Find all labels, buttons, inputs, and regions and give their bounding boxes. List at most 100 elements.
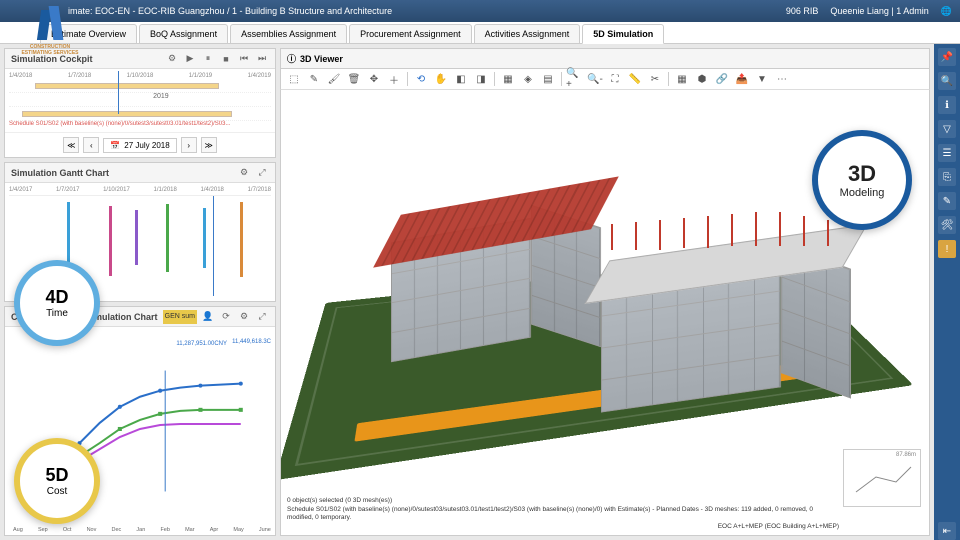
globe-icon[interactable]: 🌐 [941, 6, 952, 17]
list-icon[interactable]: ☰ [938, 144, 956, 162]
status-line-1: 0 object(s) selected (0 3D mesh(es)) [287, 497, 839, 505]
stop-icon[interactable]: ■ [219, 52, 233, 66]
wrench-icon[interactable]: 🛠 [938, 216, 956, 234]
x-tick: Nov [87, 527, 97, 533]
tab-assemblies-assignment[interactable]: Assemblies Assignment [230, 24, 347, 43]
filter-side-icon[interactable]: ▽ [938, 120, 956, 138]
badge-4d: 4D Time [14, 260, 100, 346]
info-icon: ⓘ [287, 52, 296, 65]
date-controls: ≪ ‹ 📅 27 July 2018 › ≫ [5, 132, 275, 157]
gantt-date: 1/10/2017 [103, 187, 130, 193]
nav-prev-icon[interactable]: ‹ [83, 137, 99, 153]
current-date-label: 27 July 2018 [124, 141, 169, 150]
x-tick: Sep [38, 527, 48, 533]
orbit-icon[interactable]: ⟲ [412, 70, 430, 88]
export-icon[interactable]: 📤 [733, 70, 751, 88]
user-line: Queenie Liang | 1 Admin [830, 6, 928, 16]
badge-3d-sm: Modeling [840, 187, 885, 199]
cost-end-label: 11,449,618.3C [232, 339, 271, 345]
iso-icon[interactable]: ◈ [519, 70, 537, 88]
grid-icon[interactable]: ▦ [673, 70, 691, 88]
nav-last-icon[interactable]: ≫ [201, 137, 217, 153]
badge-4d-big: 4D [45, 287, 68, 308]
cost-gear-icon[interactable]: ⚙ [237, 310, 251, 324]
tab-activities-assignment[interactable]: Activities Assignment [474, 24, 581, 43]
play-icon[interactable]: ▶ [183, 52, 197, 66]
bucket-icon[interactable]: 🗑 [345, 70, 363, 88]
select-icon[interactable]: ⬚ [285, 70, 303, 88]
info-side-icon[interactable]: ℹ [938, 96, 956, 114]
align-right-icon[interactable]: ◨ [472, 70, 490, 88]
x-tick: Mar [185, 527, 194, 533]
tab-procurement-assignment[interactable]: Procurement Assignment [349, 24, 472, 43]
rewind-icon[interactable]: ⏮ [237, 52, 251, 66]
tabbar: Estimate Overview BoQ Assignment Assembl… [0, 22, 960, 44]
gantt-date: 1/7/2017 [56, 187, 79, 193]
forward-icon[interactable]: ⏭ [255, 52, 269, 66]
viewer-column: ⓘ 3D Viewer ⬚ ✎ 🖌 🗑 ✥ ＋ ⟲ ✋ ◧ ◨ ▦ ◈ ▤ 🔍+… [280, 44, 934, 540]
pan-icon[interactable]: ✋ [432, 70, 450, 88]
gantt-date: 1/7/2018 [248, 187, 271, 193]
more-icon[interactable]: ⋯ [773, 70, 791, 88]
add-icon[interactable]: ＋ [385, 70, 403, 88]
fit-icon[interactable]: ⛶ [606, 70, 624, 88]
x-tick: Dec [112, 527, 122, 533]
x-tick: Oct [63, 527, 72, 533]
breadcrumb: imate: EOC-EN - EOC-RIB Guangzhou / 1 - … [8, 6, 786, 16]
refresh-icon[interactable]: ⟳ [219, 310, 233, 324]
cockpit-settings-icon[interactable]: ⚙ [165, 52, 179, 66]
x-tick: Jan [136, 527, 145, 533]
gantt-date: 1/1/2018 [153, 187, 176, 193]
edit-icon[interactable]: ✎ [938, 192, 956, 210]
gen-badge[interactable]: GEN sum [163, 310, 197, 324]
link-icon[interactable]: 🔗 [713, 70, 731, 88]
x-tick: Feb [160, 527, 169, 533]
pause-icon[interactable]: ⏸ [201, 52, 215, 66]
layers-icon[interactable]: ▦ [499, 70, 517, 88]
user-icon[interactable]: 👤 [201, 310, 215, 324]
tab-boq-assignment[interactable]: BoQ Assignment [139, 24, 228, 43]
lasso-icon[interactable]: ✎ [305, 70, 323, 88]
logo-overlay: CONSTRUCTION ESTIMATING SERVICES [20, 6, 80, 66]
minimap[interactable]: 87.86m [843, 449, 921, 507]
collapse-icon[interactable]: ⇤ [938, 522, 956, 540]
gantt-date: 1/4/2018 [201, 187, 224, 193]
titlebar: imate: EOC-EN - EOC-RIB Guangzhou / 1 - … [0, 0, 960, 22]
gantt-gear-icon[interactable]: ⚙ [237, 166, 251, 180]
pin-icon[interactable]: 📌 [938, 48, 956, 66]
move-icon[interactable]: ✥ [365, 70, 383, 88]
badge-4d-sm: Time [46, 308, 68, 319]
nav-first-icon[interactable]: ≪ [63, 137, 79, 153]
brush-icon[interactable]: 🖌 [325, 70, 343, 88]
zoom-in-icon[interactable]: 🔍+ [566, 70, 584, 88]
align-left-icon[interactable]: ◧ [452, 70, 470, 88]
cube-icon[interactable]: ⬢ [693, 70, 711, 88]
viewer-title-row: ⓘ 3D Viewer [280, 48, 930, 68]
badge-5d-sm: Cost [47, 486, 68, 497]
badge-5d: 5D Cost [14, 438, 100, 524]
copy-icon[interactable]: ⎘ [938, 168, 956, 186]
cost-expand-icon[interactable]: ⤢ [255, 310, 269, 324]
logo-text: CONSTRUCTION ESTIMATING SERVICES [20, 44, 80, 56]
tab-5d-simulation[interactable]: 5D Simulation [582, 24, 664, 44]
product-id: 906 RIB [786, 6, 819, 16]
measure-icon[interactable]: 📏 [626, 70, 644, 88]
warning-icon[interactable]: ! [938, 240, 956, 258]
badge-5d-big: 5D [45, 465, 68, 486]
filter-icon[interactable]: ▼ [753, 70, 771, 88]
x-tick: May [233, 527, 243, 533]
section-icon[interactable]: ▤ [539, 70, 557, 88]
badge-3d-big: 3D [848, 161, 876, 187]
badge-3d: 3D Modeling [812, 130, 912, 230]
nav-next-icon[interactable]: › [181, 137, 197, 153]
x-tick: June [259, 527, 271, 533]
clip-icon[interactable]: ✂ [646, 70, 664, 88]
minimap-distance: 87.86m [896, 452, 916, 458]
current-date-field[interactable]: 📅 27 July 2018 [103, 138, 176, 153]
gantt-expand-icon[interactable]: ⤢ [255, 166, 269, 180]
search-icon[interactable]: 🔍 [938, 72, 956, 90]
x-tick: Apr [210, 527, 219, 533]
viewer-status: 0 object(s) selected (0 3D mesh(es)) Sch… [287, 497, 839, 531]
gantt-title: Simulation Gantt Chart [11, 168, 237, 178]
zoom-out-icon[interactable]: 🔍- [586, 70, 604, 88]
